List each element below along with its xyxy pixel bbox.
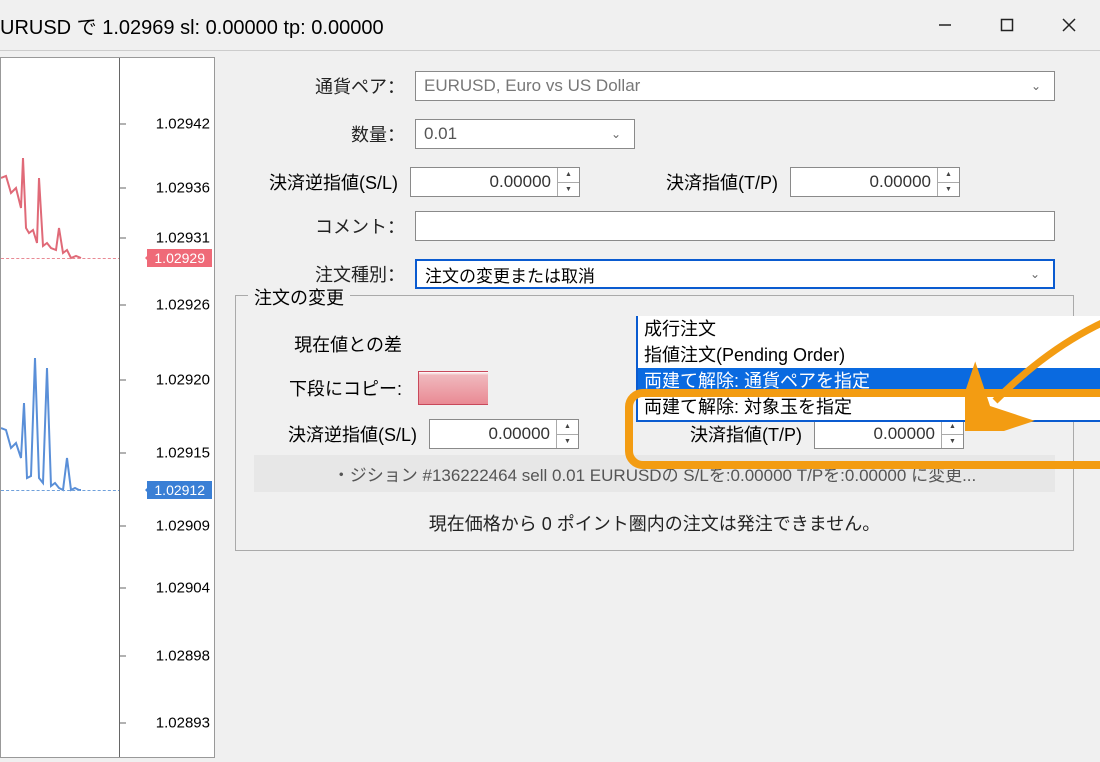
down-arrow-icon: ▼	[942, 435, 963, 449]
down-arrow-icon: ▼	[557, 435, 578, 449]
price-tick: 1.02931	[156, 230, 210, 247]
price-tick: 1.02920	[156, 372, 210, 389]
down-arrow-icon: ▼	[938, 183, 959, 197]
pair-value: EURUSD, Euro vs US Dollar	[424, 76, 640, 96]
tp-value: 0.00000	[870, 172, 937, 192]
qty-label: 数量：	[235, 121, 415, 147]
price-tick: 1.02915	[156, 445, 210, 462]
ask-line	[1, 258, 121, 259]
group-title: 注文の変更	[248, 284, 350, 310]
comment-input[interactable]	[415, 211, 1055, 241]
close-button[interactable]	[1038, 0, 1100, 50]
price-tick: 1.02893	[156, 715, 210, 732]
minimize-button[interactable]	[914, 0, 976, 50]
chevron-down-icon: ⌄	[606, 124, 626, 144]
order-type-option[interactable]: 両建て解除: 通貨ペアを指定	[638, 368, 1100, 394]
sl-input[interactable]: 0.00000 ▲▼	[410, 167, 580, 197]
down-arrow-icon: ▼	[558, 183, 579, 197]
modify-status-bar[interactable]: ・ジション #136222464 sell 0.01 EURUSDの S/Lを:…	[254, 455, 1055, 492]
window-title: URUSD で 1.02969 sl: 0.00000 tp: 0.00000	[0, 11, 384, 40]
qty-combo[interactable]: 0.01 ⌄	[415, 119, 635, 149]
diff-label: 現在値との差	[254, 331, 414, 357]
sl-label: 決済逆指値(S/L)	[235, 169, 410, 195]
copy-label: 下段にコピー:	[254, 375, 414, 401]
window-buttons	[914, 0, 1100, 50]
title-bar: URUSD で 1.02969 sl: 0.00000 tp: 0.00000	[0, 0, 1100, 50]
order-form: 通貨ペア： EURUSD, Euro vs US Dollar ⌄ 数量： 0.…	[215, 51, 1100, 762]
ask-price-badge: 1.02929	[147, 249, 212, 267]
tp-label: 決済指値(T/P)	[580, 169, 790, 195]
price-tick: 1.02909	[156, 518, 210, 535]
footnote: 現在価格から 0 ポイント圏内の注文は発注できません。	[254, 510, 1055, 536]
pair-label: 通貨ペア：	[235, 73, 415, 99]
tp-stepper[interactable]: ▲▼	[937, 168, 959, 196]
bid-price-badge: 1.02912	[147, 481, 212, 499]
price-axis: 1.02942 1.02936 1.02931 1.02929 1.02926 …	[119, 58, 214, 757]
tick-chart-lines	[1, 58, 121, 758]
order-type-value: 注文の変更または取消	[425, 262, 595, 287]
order-type-option[interactable]: 成行注文	[638, 316, 1100, 342]
copy-sl-button[interactable]	[418, 371, 488, 405]
group-tp-label: 決済指値(T/P)	[579, 421, 814, 447]
group-tp-input[interactable]: 0.00000 ▲▼	[814, 419, 964, 449]
up-arrow-icon: ▲	[557, 420, 578, 435]
price-tick: 1.02898	[156, 648, 210, 665]
order-type-option[interactable]: 指値注文(Pending Order)	[638, 342, 1100, 368]
chevron-down-icon: ⌄	[1026, 76, 1046, 96]
maximize-button[interactable]	[976, 0, 1038, 50]
sl-value: 0.00000	[490, 172, 557, 192]
up-arrow-icon: ▲	[558, 168, 579, 183]
tick-chart: 1.02942 1.02936 1.02931 1.02929 1.02926 …	[0, 57, 215, 758]
pair-dropdown[interactable]: EURUSD, Euro vs US Dollar ⌄	[415, 71, 1055, 101]
client-area: 1.02942 1.02936 1.02931 1.02929 1.02926 …	[0, 50, 1100, 762]
order-type-listbox[interactable]: 成行注文 指値注文(Pending Order) 両建て解除: 通貨ペアを指定 …	[636, 316, 1100, 422]
price-tick: 1.02942	[156, 116, 210, 133]
comment-label: コメント：	[235, 213, 415, 239]
order-type-dropdown[interactable]: 注文の変更または取消 ⌄	[415, 259, 1055, 289]
price-tick: 1.02926	[156, 297, 210, 314]
price-tick: 1.02936	[156, 180, 210, 197]
group-sl-input[interactable]: 0.00000 ▲▼	[429, 419, 579, 449]
order-type-option[interactable]: 両建て解除: 対象玉を指定	[638, 394, 1100, 420]
sl-stepper[interactable]: ▲▼	[557, 168, 579, 196]
tp-input[interactable]: 0.00000 ▲▼	[790, 167, 960, 197]
group-tp-value: 0.00000	[874, 424, 941, 444]
group-sl-value: 0.00000	[489, 424, 556, 444]
group-sl-label: 決済逆指値(S/L)	[254, 421, 429, 447]
bid-line	[1, 490, 121, 491]
group-tp-stepper[interactable]: ▲▼	[941, 420, 963, 448]
qty-value: 0.01	[424, 124, 457, 144]
up-arrow-icon: ▲	[938, 168, 959, 183]
up-arrow-icon: ▲	[942, 420, 963, 435]
group-sl-stepper[interactable]: ▲▼	[556, 420, 578, 448]
chevron-down-icon: ⌄	[1025, 264, 1045, 284]
price-tick: 1.02904	[156, 580, 210, 597]
